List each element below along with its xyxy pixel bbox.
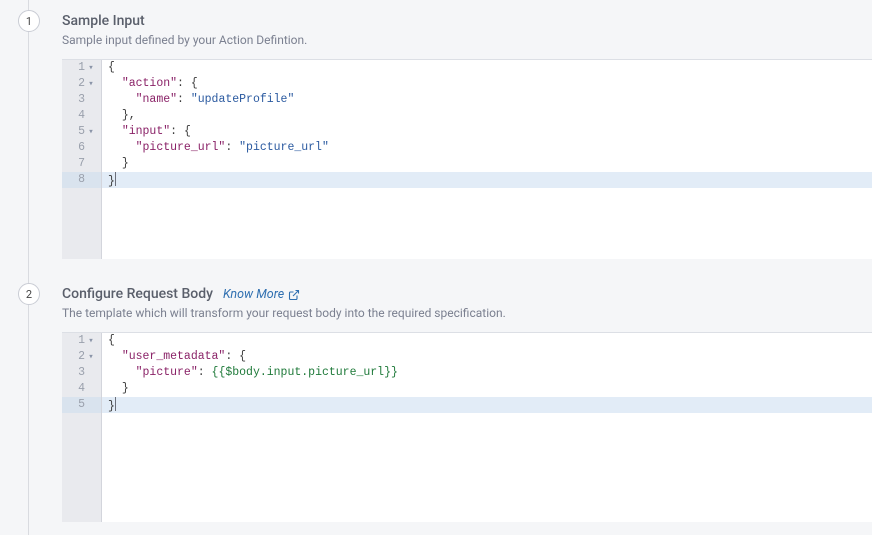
fold-toggle-icon[interactable]: ▾	[87, 349, 95, 365]
fold-toggle-icon[interactable]: ▾	[87, 124, 95, 140]
editor-code[interactable]: { "action": { "name": "updateProfile" },…	[102, 60, 872, 259]
external-link-icon	[288, 289, 300, 301]
fold-toggle-icon[interactable]: ▾	[87, 60, 95, 76]
gutter-line: 3	[62, 92, 97, 108]
code-line[interactable]: "user_metadata": {	[108, 349, 866, 365]
step-2-title: Configure Request Body	[62, 286, 213, 302]
gutter-line: 4	[62, 108, 97, 124]
code-line[interactable]: "input": {	[108, 124, 866, 140]
code-line[interactable]: {	[108, 333, 866, 349]
step-2-desc: The template which will transform your r…	[62, 306, 872, 320]
code-line[interactable]: }	[108, 156, 866, 172]
code-line[interactable]: "action": {	[108, 76, 866, 92]
gutter-line: 8	[62, 172, 101, 188]
code-line[interactable]: }	[102, 397, 872, 413]
gutter-line: 3	[62, 365, 97, 381]
editor-code[interactable]: { "user_metadata": { "picture": {{$body.…	[102, 333, 872, 522]
code-line[interactable]: "picture": {{$body.input.picture_url}}	[108, 365, 866, 381]
gutter-line: 2▾	[62, 349, 97, 365]
code-line[interactable]: },	[108, 108, 866, 124]
gutter-line: 5	[62, 397, 101, 413]
fold-toggle-icon[interactable]: ▾	[87, 333, 95, 349]
editor-request-body[interactable]: 1▾2▾345 { "user_metadata": { "picture": …	[62, 332, 872, 522]
step-badge-2: 2	[18, 283, 40, 305]
step-1-desc: Sample input defined by your Action Defi…	[62, 33, 872, 47]
gutter-line: 5▾	[62, 124, 97, 140]
step-1: 1 Sample Input Sample input defined by y…	[0, 0, 872, 259]
code-line[interactable]: "picture_url": "picture_url"	[108, 140, 866, 156]
code-line[interactable]: {	[108, 60, 866, 76]
code-line[interactable]: }	[108, 381, 866, 397]
gutter-line: 1▾	[62, 60, 97, 76]
code-line[interactable]: "name": "updateProfile"	[108, 92, 866, 108]
gutter-line: 2▾	[62, 76, 97, 92]
step-2: 2 Configure Request Body Know More The t…	[0, 273, 872, 522]
editor-sample-input[interactable]: 1▾2▾345▾678 { "action": { "name": "updat…	[62, 59, 872, 259]
gutter-line: 1▾	[62, 333, 97, 349]
editor-gutter: 1▾2▾345	[62, 333, 102, 522]
code-line[interactable]: }	[102, 172, 872, 188]
caret	[115, 397, 116, 411]
caret	[115, 172, 116, 186]
know-more-link[interactable]: Know More	[223, 287, 300, 302]
fold-toggle-icon[interactable]: ▾	[87, 76, 95, 92]
gutter-line: 4	[62, 381, 97, 397]
step-badge-1: 1	[18, 10, 40, 32]
gutter-line: 6	[62, 140, 97, 156]
step-1-title: Sample Input	[62, 13, 145, 29]
editor-gutter: 1▾2▾345▾678	[62, 60, 102, 259]
know-more-label: Know More	[223, 287, 284, 302]
gutter-line: 7	[62, 156, 97, 172]
